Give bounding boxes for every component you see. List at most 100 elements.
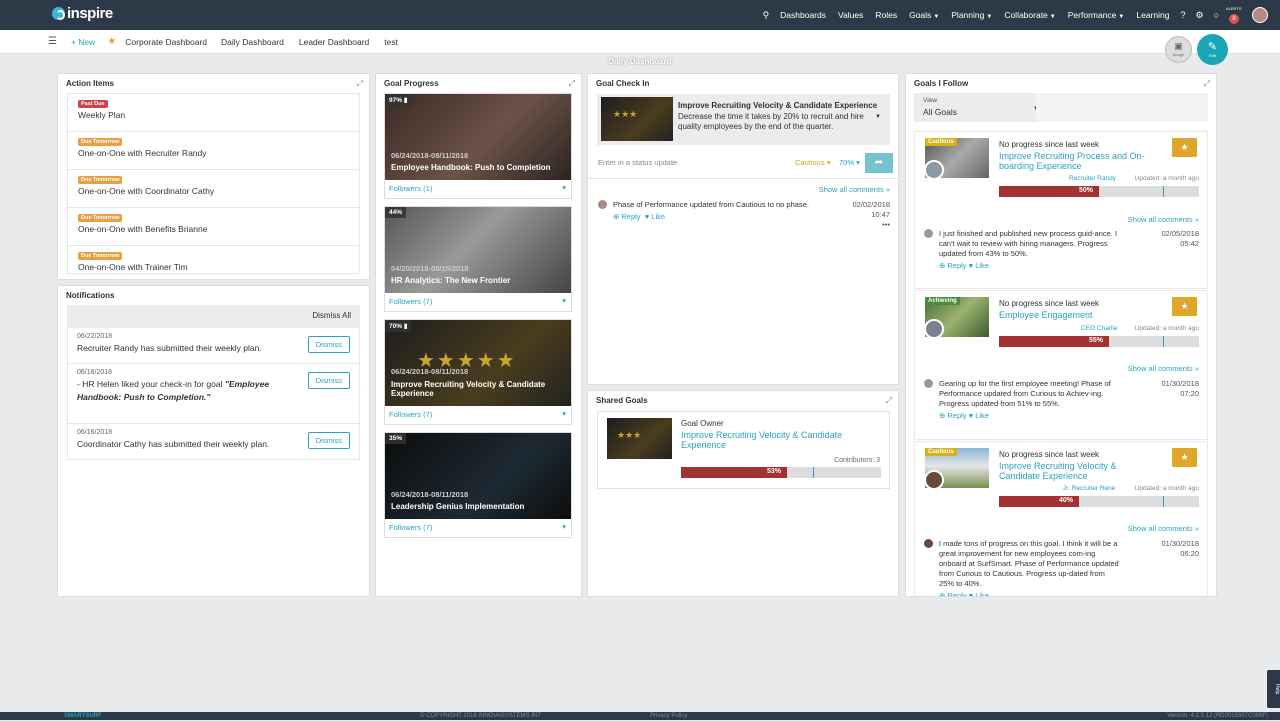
dismiss-button[interactable]: Dismiss [307,432,350,449]
logo-icon [52,7,65,20]
alerts-button[interactable]: ALERTS 8 [1226,4,1242,26]
expand-icon[interactable]: ⤢ [569,79,575,89]
help-icon[interactable]: ? [1180,10,1185,20]
tab-corporate-dashboard[interactable]: Corporate Dashboard [125,37,207,47]
user-avatar[interactable] [1252,7,1268,23]
top-navbar: inspire ⚲ Dashboards Values Roles Goals ▼… [0,0,1280,30]
reply-button[interactable]: ⊕ Reply [613,212,641,221]
goal-thumbnail: Achieving [924,297,989,339]
status-update-input[interactable]: Enter in a status update [598,158,677,167]
owner-avatar [924,319,944,339]
menu-icon[interactable]: ☰ [48,36,57,47]
star-button[interactable]: ★ [1172,138,1197,157]
gear-icon[interactable]: ⚙ [1195,10,1203,21]
goal-link[interactable]: Improve Recruiting Velocity & Candidate … [999,461,1159,481]
expand-icon[interactable]: ⤢ [886,396,892,406]
share-icon: ➦ [874,157,884,168]
owner-link[interactable]: Recruiter Randy [1069,175,1116,182]
owner-link[interactable]: Jr. Recruiter Rene [1063,485,1115,492]
like-button[interactable]: ♥ Like [969,411,989,420]
phase-dropdown[interactable]: Cautious ▾ [795,158,830,167]
goal-link[interactable]: Improve Recruiting Process and On-boardi… [999,151,1159,171]
progress-badge: 97% ▮ [385,94,412,106]
show-all-comments-link[interactable]: Show all comments » [1128,215,1199,224]
status-badge: Cautious [925,448,957,456]
tab-daily-dashboard[interactable]: Daily Dashboard [221,37,284,47]
nav-performance[interactable]: Performance ▼ [1068,10,1125,20]
progress-badge: 35% [385,433,407,444]
like-button[interactable]: ♥ Like [645,212,665,221]
goal-selector[interactable]: ★★★ Improve Recruiting Velocity & Candid… [597,94,890,145]
nav-roles[interactable]: Roles [875,10,897,20]
star-icon: ★ [1180,452,1189,462]
chat-icon[interactable]: ○ [1214,10,1219,20]
shared-goal-card[interactable]: ★★★ Goal Owner Improve Recruiting Veloci… [597,411,890,489]
star-icon[interactable]: ★ [107,36,116,47]
shared-goals-panel: Shared Goals ⤢ ★★★ Goal Owner Improve Re… [587,390,899,597]
show-all-comments-link[interactable]: Show all comments » [1128,364,1199,373]
share-button[interactable]: ➦ [865,153,893,173]
status-badge: Achieving [925,297,960,305]
like-button[interactable]: ♥ Like [969,591,989,596]
list-item[interactable]: Due Tomorrow One-on-One with Benefits Bri… [68,208,359,246]
reply-button[interactable]: ⊕ Reply [939,591,967,596]
show-all-comments-link[interactable]: Show all comments » [819,185,890,194]
goal-card[interactable]: 44% 04/20/2018-08/15/2018 HR Analytics: … [384,206,572,312]
expand-icon[interactable]: ⤢ [1204,79,1210,89]
goal-card[interactable]: 35% 06/24/2018-08/11/2018 Leadership Gen… [384,432,572,538]
goal-image: 97% ▮ 06/24/2018-08/11/2018 Employee Han… [385,94,571,180]
followers-dropdown[interactable]: Followers (7) [385,406,571,424]
comment: I just finished and published new proces… [924,229,1199,271]
list-item[interactable]: Due Tomorrow One-on-One with Trainer Tim [68,246,359,273]
panel-title: Shared Goals [596,396,648,405]
dismiss-button[interactable]: Dismiss [307,372,350,389]
goal-card[interactable]: 97% ▮ 06/24/2018-08/11/2018 Employee Han… [384,93,572,199]
star-button[interactable]: ★ [1172,448,1197,467]
nav-goals[interactable]: Goals ▼ [909,10,939,20]
comment: I made tons of progress on this goal. I … [924,539,1199,596]
chevron-down-icon: ▼ [933,14,940,20]
nav-planning[interactable]: Planning ▼ [951,10,992,20]
panel-title: Goal Check In [596,79,650,88]
status-badge: Due Tomorrow [78,214,123,222]
expand-icon[interactable]: ⤢ [357,79,363,89]
followers-dropdown[interactable]: Followers (7) [385,293,571,311]
reply-button[interactable]: ⊕ Reply [939,411,967,420]
goal-link[interactable]: Employee Engagement [999,310,1159,320]
nav-values[interactable]: Values [838,10,863,20]
dismiss-button[interactable]: Dismiss [307,336,350,353]
followers-dropdown[interactable]: Followers (1) [385,180,571,198]
goal-link[interactable]: Improve Recruiting Velocity & Candidate … [681,430,866,450]
chevron-down-icon: ▼ [986,14,993,20]
nav-learning[interactable]: Learning [1136,10,1169,20]
list-item[interactable]: Due Tomorrow One-on-One with Coordinator … [68,170,359,208]
owner-avatar [924,160,944,180]
help-tab[interactable]: Help [1267,670,1280,708]
new-dashboard-button[interactable]: + New [71,37,95,47]
tab-test[interactable]: test [384,37,398,47]
show-all-comments-link[interactable]: Show all comments » [1128,524,1199,533]
status-badge: Due Tomorrow [78,176,123,184]
nav-dashboards[interactable]: Dashboards [780,10,826,20]
dashboard-tabbar: ☰ + New ★ Corporate Dashboard Daily Dash… [0,30,1280,54]
star-icon: ★ [1180,301,1189,311]
goal-card[interactable]: 70% ▮ ★★★★★ 06/24/2018-08/11/2018 Improv… [384,319,572,425]
search-icon[interactable]: ⚲ [763,10,770,21]
owner-link[interactable]: CEO Charlie [1081,325,1117,332]
reply-button[interactable]: ⊕ Reply [939,261,967,270]
percent-dropdown[interactable]: 70% ▾ [839,158,860,167]
list-item[interactable]: Past Due Weekly Plan [68,94,359,132]
followers-dropdown[interactable]: Followers (7) [385,519,571,537]
app-logo[interactable]: inspire [52,5,113,22]
goal-checkin-panel: Goal Check In ★★★ Improve Recruiting Vel… [587,73,899,385]
star-button[interactable]: ★ [1172,297,1197,316]
panel-title: Goals I Follow [914,79,969,88]
view-filter[interactable]: View All Goals ▼ [914,93,1208,122]
like-button[interactable]: ♥ Like [969,261,989,270]
list-item[interactable]: Due Tomorrow One-on-One with Recruiter Ra… [68,132,359,170]
more-icon[interactable]: ••• [852,220,890,230]
nav-collaborate[interactable]: Collaborate ▼ [1004,10,1055,20]
panel-title: Goal Progress [384,79,439,88]
tab-leader-dashboard[interactable]: Leader Dashboard [299,37,369,47]
dismiss-all-button[interactable]: Dismiss All [312,311,351,320]
